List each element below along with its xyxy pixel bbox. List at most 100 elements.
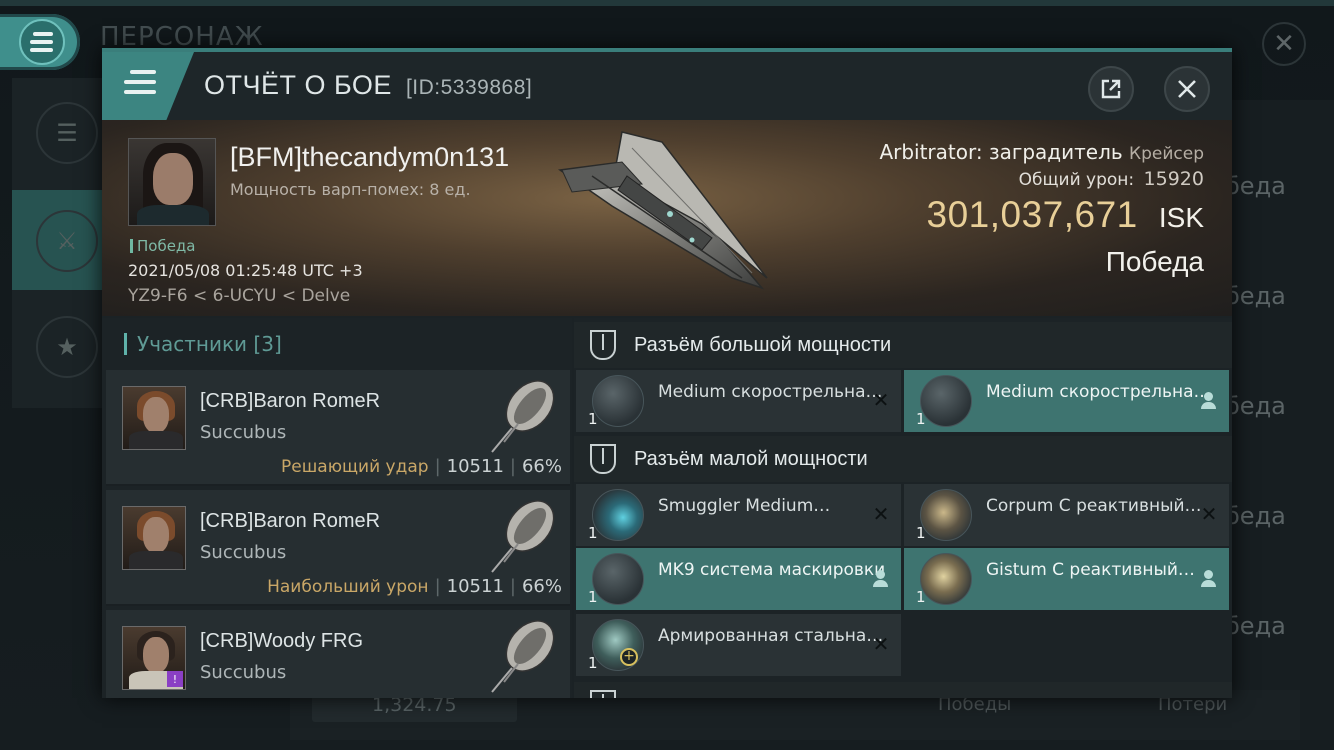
participant-role: Наибольший урон: [267, 577, 429, 597]
slot-icon: [590, 690, 616, 698]
module-quantity: 1: [588, 654, 598, 672]
module-name: Corpum C реактивный…: [986, 496, 1202, 516]
participant-ship-icon: [491, 500, 555, 573]
avatar: !: [122, 626, 186, 690]
background-close-icon[interactable]: ✕: [1262, 22, 1306, 66]
module-item[interactable]: 1 Medium скорострельная… ✕: [576, 370, 901, 432]
avatar: [122, 386, 186, 450]
armor-hardener-icon: [920, 489, 972, 541]
armor-hardener-icon: [920, 553, 972, 605]
main-menu-button[interactable]: [0, 14, 80, 70]
turret-icon: [592, 375, 644, 427]
panel-menu-button[interactable]: [102, 52, 194, 120]
participant-stats: Решающий удар | 10511 | 66%: [281, 456, 562, 477]
destroyed-icon: ✕: [872, 502, 890, 526]
module-name: MK9 система маскировки: [658, 560, 886, 580]
total-damage: Общий урон: 15920: [879, 168, 1204, 190]
menu-icon: [124, 70, 156, 100]
armor-plate-icon: [592, 619, 644, 671]
battle-report-panel: ОТЧЁТ О БОЕ [ID:5339868] [BFM]thecandym0…: [102, 48, 1232, 698]
page-title: ОТЧЁТ О БОЕ [ID:5339868]: [204, 70, 532, 101]
close-icon: [1178, 80, 1196, 98]
menu-icon: [19, 19, 65, 65]
participant-ship: Succubus: [200, 422, 287, 443]
module-quantity: 1: [916, 410, 926, 428]
isk-value: 301,037,671: [926, 194, 1138, 235]
close-button[interactable]: [1164, 66, 1210, 112]
fitting-panel: Разъём большой мощности 1 Medium скорост…: [574, 318, 1232, 698]
participant-row[interactable]: [CRB]Baron RomeR Succubus Решающий удар |…: [106, 370, 570, 486]
sidebar-list-icon[interactable]: ☰: [36, 102, 98, 164]
victim-ship-name: Arbitrator: заградитель: [879, 140, 1123, 164]
module-item[interactable]: 1 Smuggler Medium… ✕: [576, 484, 901, 546]
victim-name[interactable]: [BFM]thecandym0n131: [230, 142, 509, 173]
kill-location[interactable]: YZ9-F6 < 6-UCYU < Delve: [128, 286, 350, 306]
participant-ship-icon: [491, 380, 555, 453]
module-name: Medium скорострельная…: [986, 382, 1214, 402]
participants-header: Участники [3]: [124, 332, 282, 356]
plus-badge-icon: +: [620, 648, 638, 666]
victim-ship-info: Arbitrator: заградитель Крейсер Общий ур…: [879, 140, 1204, 278]
victim-ship[interactable]: Arbitrator: заградитель Крейсер: [879, 140, 1204, 164]
warp-disruption-strength: Мощность варп-помех: 8 ед.: [230, 180, 471, 199]
low-slot-icon: [590, 444, 616, 474]
participant-stats: Наибольший урон | 10511 | 66%: [267, 576, 562, 597]
dropped-user-icon: [1199, 390, 1219, 412]
background-right-item: беда: [1225, 392, 1286, 420]
high-slot-title: Разъём большой мощности: [634, 334, 892, 356]
battle-result: Победа: [1105, 246, 1204, 277]
participant-role: Решающий удар: [281, 457, 429, 477]
background-right-item: беда: [1225, 282, 1286, 310]
participant-ship-icon: [491, 620, 555, 693]
background-right-item: беда: [1225, 502, 1286, 530]
turret-icon: [920, 375, 972, 427]
share-icon: [1101, 79, 1121, 99]
panel-header: ОТЧЁТ О БОЕ [ID:5339868]: [102, 48, 1232, 120]
participant-name: [CRB]Baron RomeR: [200, 510, 381, 532]
module-quantity: 1: [916, 524, 926, 542]
high-slot-header: Разъём большой мощности: [574, 322, 1232, 368]
module-quantity: 1: [588, 410, 598, 428]
low-slot-title: Разъём малой мощности: [634, 448, 868, 470]
high-slot-icon: [590, 330, 616, 360]
share-button[interactable]: [1088, 66, 1134, 112]
destroyed-icon: ✕: [872, 632, 890, 656]
participant-percent: 66%: [521, 576, 562, 597]
participant-damage: 10511: [446, 456, 504, 477]
participant-row[interactable]: [CRB]Baron RomeR Succubus Наибольший уро…: [106, 490, 570, 606]
total-damage-label: Общий урон:: [1018, 170, 1135, 190]
dropped-user-icon: [871, 568, 891, 590]
module-name: Medium скорострельная…: [658, 382, 886, 402]
module-quantity: 1: [588, 588, 598, 606]
status-badge: Победа: [130, 237, 196, 255]
participant-damage: 10511: [446, 576, 504, 597]
module-name: Gistum C реактивный…: [986, 560, 1195, 580]
background-right-item: беда: [1225, 612, 1286, 640]
participants-panel: Участники [3] [CRB]Baron RomeR Succubus …: [102, 318, 572, 698]
sidebar-star-icon[interactable]: ★: [36, 316, 98, 378]
participant-percent: 66%: [521, 456, 562, 477]
next-slot-header: [574, 682, 1232, 698]
victim-ship-class: Крейсер: [1129, 144, 1204, 164]
module-name: Армированная стальная…: [658, 626, 886, 646]
participant-row[interactable]: ! [CRB]Woody FRG Succubus: [106, 610, 570, 698]
module-item[interactable]: + 1 Армированная стальная… ✕: [576, 614, 901, 676]
module-item[interactable]: 1 Medium скорострельная…: [904, 370, 1229, 432]
total-damage-value: 15920: [1143, 168, 1204, 190]
isk-loss: 301,037,671 ISK: [879, 194, 1205, 236]
module-item[interactable]: 1 Corpum C реактивный… ✕: [904, 484, 1229, 546]
module-item[interactable]: 1 Gistum C реактивный…: [904, 548, 1229, 610]
module-item[interactable]: 1 MK9 система маскировки: [576, 548, 901, 610]
background-topbar: [0, 0, 1334, 6]
module-quantity: 1: [588, 524, 598, 542]
corporation-badge-icon: !: [167, 671, 183, 687]
report-id: [ID:5339868]: [405, 76, 533, 99]
isk-currency: ISK: [1158, 202, 1204, 233]
sidebar-swords-icon[interactable]: ⚔: [36, 210, 98, 272]
low-slot-header: Разъём малой мощности: [574, 436, 1232, 482]
victim-ship-image[interactable]: [552, 128, 782, 298]
destroyed-icon: ✕: [1200, 502, 1218, 526]
victim-avatar[interactable]: [128, 138, 216, 226]
module-name: Smuggler Medium…: [658, 496, 831, 516]
victim-summary: [BFM]thecandym0n131 Мощность варп-помех:…: [102, 120, 1232, 316]
